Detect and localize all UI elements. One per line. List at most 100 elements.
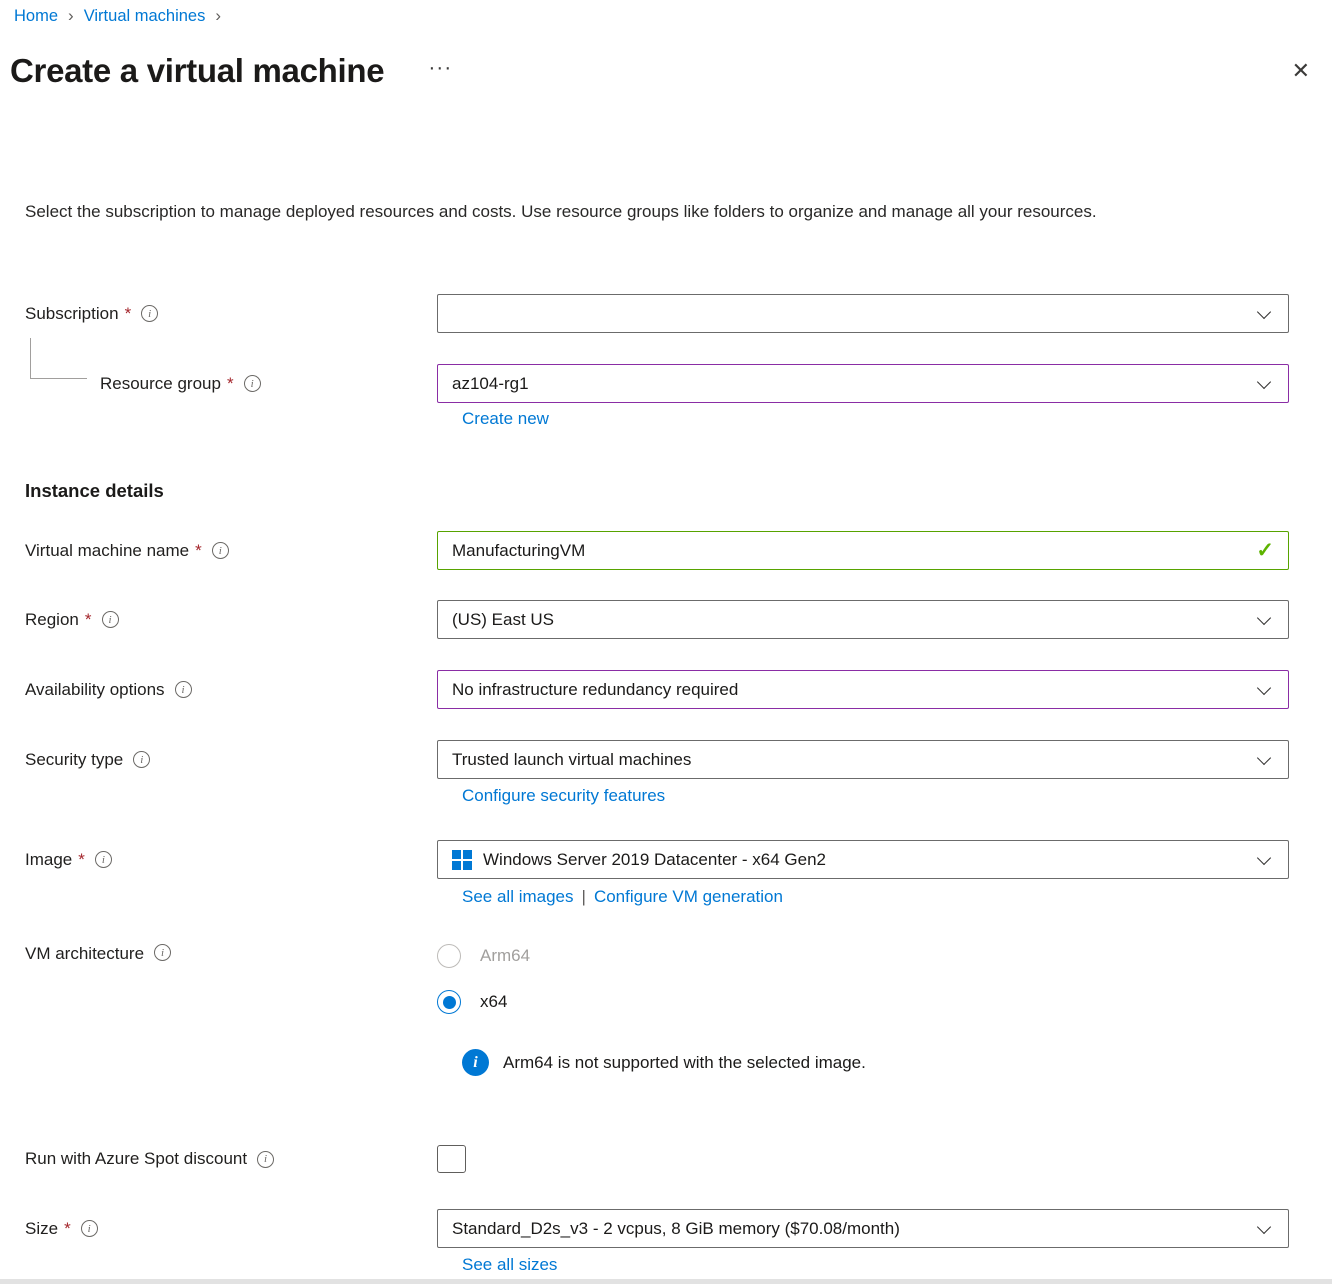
- security-type-label-group: Security type i: [0, 740, 437, 779]
- vm-name-row: Virtual machine name * i ManufacturingVM…: [0, 531, 1332, 570]
- availability-options-label: Availability options: [25, 680, 165, 700]
- radio-button-icon: [437, 944, 461, 968]
- availability-options-dropdown[interactable]: No infrastructure redundancy required: [437, 670, 1289, 709]
- image-dropdown[interactable]: Windows Server 2019 Datacenter - x64 Gen…: [437, 840, 1289, 879]
- radio-option-label: x64: [480, 992, 507, 1012]
- resource-group-label-group: Resource group * i: [0, 364, 437, 403]
- region-label: Region: [25, 610, 79, 630]
- intro-text: Select the subscription to manage deploy…: [25, 196, 1293, 227]
- size-row: Size * i Standard_D2s_v3 - 2 vcpus, 8 Gi…: [0, 1209, 1332, 1248]
- more-options-icon[interactable]: ···: [428, 56, 452, 80]
- chevron-down-icon: [1257, 305, 1271, 319]
- required-asterisk: *: [85, 610, 92, 630]
- info-icon[interactable]: i: [102, 611, 119, 628]
- availability-options-value: No infrastructure redundancy required: [452, 680, 738, 700]
- chevron-down-icon: [1257, 751, 1271, 765]
- subscription-label: Subscription: [25, 304, 119, 324]
- arch-info-message: i Arm64 is not supported with the select…: [462, 1049, 866, 1076]
- close-icon[interactable]: ✕: [1292, 60, 1310, 82]
- chevron-down-icon: [1257, 1220, 1271, 1234]
- info-icon[interactable]: i: [133, 751, 150, 768]
- instance-details-heading: Instance details: [25, 480, 164, 502]
- chevron-down-icon: [1257, 611, 1271, 625]
- see-all-images-link[interactable]: See all images: [462, 887, 574, 907]
- azure-spot-label-group: Run with Azure Spot discount i: [0, 1149, 437, 1169]
- configure-vm-generation-link[interactable]: Configure VM generation: [594, 887, 783, 907]
- subscription-dropdown[interactable]: [437, 294, 1289, 333]
- arch-info-text: Arm64 is not supported with the selected…: [503, 1053, 866, 1073]
- vm-name-label: Virtual machine name: [25, 541, 189, 561]
- image-row: Image * i Windows Server 2019 Datacenter…: [0, 840, 1332, 879]
- required-asterisk: *: [64, 1219, 71, 1239]
- chevron-down-icon: [1257, 375, 1271, 389]
- bottom-divider: [0, 1279, 1332, 1284]
- subscription-label-group: Subscription * i: [0, 294, 437, 333]
- page-title: Create a virtual machine: [10, 52, 384, 90]
- vm-name-input[interactable]: ManufacturingVM ✓: [437, 531, 1289, 570]
- region-value: (US) East US: [452, 610, 554, 630]
- windows-logo-icon: [452, 850, 472, 870]
- availability-options-row: Availability options i No infrastructure…: [0, 670, 1332, 709]
- breadcrumb-virtual-machines[interactable]: Virtual machines: [84, 7, 206, 26]
- region-dropdown[interactable]: (US) East US: [437, 600, 1289, 639]
- vm-architecture-radio-group: Arm64 x64: [437, 941, 530, 1015]
- vm-architecture-row: VM architecture i Arm64 x64: [0, 941, 1332, 1015]
- link-divider: |: [582, 887, 586, 907]
- vm-architecture-label-group: VM architecture i: [0, 941, 437, 1015]
- info-icon[interactable]: i: [244, 375, 261, 392]
- chevron-down-icon: [1257, 851, 1271, 865]
- image-label-group: Image * i: [0, 840, 437, 879]
- info-icon[interactable]: i: [95, 851, 112, 868]
- title-row: Create a virtual machine ··· ✕: [0, 52, 1332, 90]
- azure-spot-row: Run with Azure Spot discount i: [0, 1140, 1332, 1178]
- info-icon[interactable]: i: [81, 1220, 98, 1237]
- info-filled-icon: i: [462, 1049, 489, 1076]
- azure-spot-checkbox[interactable]: [437, 1145, 466, 1173]
- image-links-row: See all images | Configure VM generation: [462, 887, 783, 907]
- valid-check-icon: ✓: [1256, 538, 1274, 563]
- vm-name-label-group: Virtual machine name * i: [0, 531, 437, 570]
- availability-options-label-group: Availability options i: [0, 670, 437, 709]
- resource-group-row: Resource group * i az104-rg1: [0, 364, 1332, 403]
- radio-option-arm64: Arm64: [437, 943, 530, 969]
- required-asterisk: *: [125, 304, 132, 324]
- info-icon[interactable]: i: [257, 1151, 274, 1168]
- security-type-dropdown[interactable]: Trusted launch virtual machines: [437, 740, 1289, 779]
- security-type-label: Security type: [25, 750, 123, 770]
- vm-architecture-label: VM architecture: [25, 944, 144, 964]
- subscription-row: Subscription * i: [0, 294, 1332, 333]
- security-type-row: Security type i Trusted launch virtual m…: [0, 740, 1332, 779]
- breadcrumb-home[interactable]: Home: [14, 7, 58, 26]
- image-value: Windows Server 2019 Datacenter - x64 Gen…: [483, 850, 826, 870]
- radio-button-selected-icon[interactable]: [437, 990, 461, 1014]
- resource-group-value: az104-rg1: [452, 374, 529, 394]
- azure-spot-label: Run with Azure Spot discount: [25, 1149, 247, 1169]
- radio-option-x64[interactable]: x64: [437, 989, 530, 1015]
- vm-name-value: ManufacturingVM: [452, 541, 585, 561]
- see-all-sizes-link[interactable]: See all sizes: [462, 1255, 557, 1275]
- create-new-resource-group-link[interactable]: Create new: [462, 409, 549, 429]
- region-label-group: Region * i: [0, 600, 437, 639]
- size-label: Size: [25, 1219, 58, 1239]
- radio-option-label: Arm64: [480, 946, 530, 966]
- image-label: Image: [25, 850, 72, 870]
- size-label-group: Size * i: [0, 1209, 437, 1248]
- size-value: Standard_D2s_v3 - 2 vcpus, 8 GiB memory …: [452, 1219, 900, 1239]
- required-asterisk: *: [195, 541, 202, 561]
- configure-security-features-link[interactable]: Configure security features: [462, 786, 665, 806]
- resource-group-label: Resource group: [100, 374, 221, 394]
- info-icon[interactable]: i: [212, 542, 229, 559]
- chevron-down-icon: [1257, 681, 1271, 695]
- resource-group-dropdown[interactable]: az104-rg1: [437, 364, 1289, 403]
- chevron-right-icon: ›: [68, 6, 74, 26]
- chevron-right-icon: ›: [215, 6, 221, 26]
- size-dropdown[interactable]: Standard_D2s_v3 - 2 vcpus, 8 GiB memory …: [437, 1209, 1289, 1248]
- required-asterisk: *: [227, 374, 234, 394]
- info-icon[interactable]: i: [154, 944, 171, 961]
- required-asterisk: *: [78, 850, 85, 870]
- info-icon[interactable]: i: [175, 681, 192, 698]
- info-icon[interactable]: i: [141, 305, 158, 322]
- region-row: Region * i (US) East US: [0, 600, 1332, 639]
- security-type-value: Trusted launch virtual machines: [452, 750, 691, 770]
- breadcrumb: Home › Virtual machines ›: [14, 6, 231, 26]
